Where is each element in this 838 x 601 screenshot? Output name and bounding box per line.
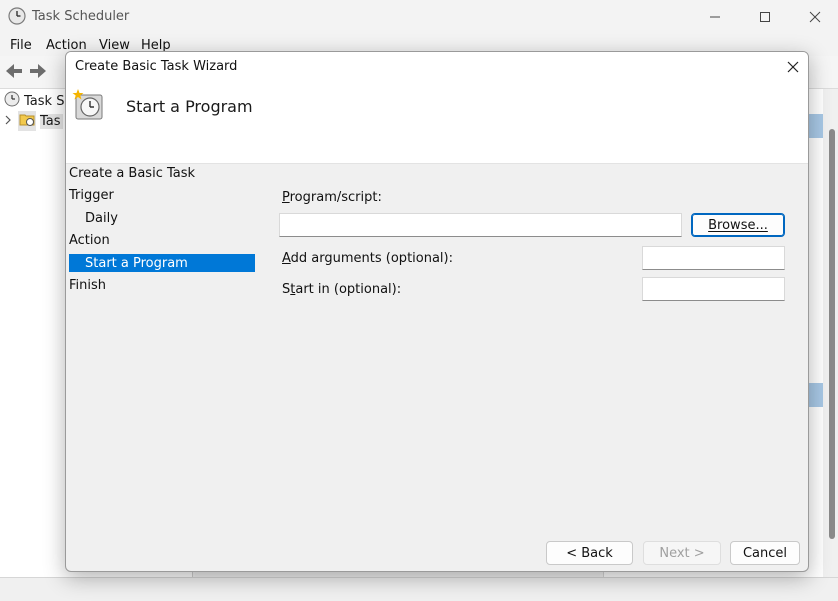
task-wizard-clock-icon [72,88,106,122]
label-text: rogram/script: [289,190,382,205]
label-text: dd arguments (optional): [290,251,453,266]
tree-item-label: Tas [40,113,63,129]
actions-section-header[interactable] [809,383,823,407]
scrollbar-thumb[interactable] [829,129,835,539]
app-close-button[interactable] [790,0,838,34]
next-button[interactable]: Next > [643,541,721,565]
close-icon [809,11,821,23]
add-arguments-label: Add arguments (optional): [282,251,453,266]
browse-label: Browse... [708,217,768,233]
start-program-form: Program/script: Browse... Add arguments … [66,163,808,543]
tree-item-library[interactable]: Tas [4,111,63,131]
dialog-titlebar: Create Basic Task Wizard [66,52,808,82]
wizard-page-title: Start a Program [126,97,253,116]
actions-scrollbar[interactable] [823,89,838,577]
label-text: art in (optional): [295,282,402,297]
create-basic-task-wizard: Create Basic Task Wizard Start a Program… [65,51,809,572]
start-in-label: Start in (optional): [282,282,401,297]
menu-file[interactable]: File [10,38,32,53]
chevron-right-icon[interactable] [4,114,12,129]
minimize-button[interactable] [690,0,740,34]
wizard-header: Start a Program [66,82,808,164]
folder-clock-icon [18,111,36,131]
dialog-title: Create Basic Task Wizard [75,59,238,74]
add-arguments-input[interactable] [642,246,785,270]
actions-section-header[interactable] [809,114,823,138]
task-scheduler-icon [8,7,26,25]
clock-icon [4,91,20,111]
forward-arrow-icon[interactable] [28,62,48,80]
close-icon [787,61,799,73]
program-script-label: Program/script: [282,190,382,205]
browse-button[interactable]: Browse... [691,213,785,237]
program-script-input[interactable] [279,213,682,237]
app-title: Task Scheduler [32,9,130,24]
accelerator-key: A [282,251,291,266]
start-in-input[interactable] [642,277,785,301]
maximize-icon [760,12,770,22]
minimize-icon [710,16,720,18]
status-bar [0,577,838,601]
cancel-button[interactable]: Cancel [730,541,800,565]
app-titlebar: Task Scheduler [0,0,838,34]
maximize-button[interactable] [740,0,790,34]
back-arrow-icon[interactable] [4,62,24,80]
back-button[interactable]: < Back [546,541,633,565]
dialog-close-button[interactable] [778,52,808,82]
accelerator-key: P [282,190,290,205]
tree-item-root[interactable]: Task Sc [4,91,72,111]
